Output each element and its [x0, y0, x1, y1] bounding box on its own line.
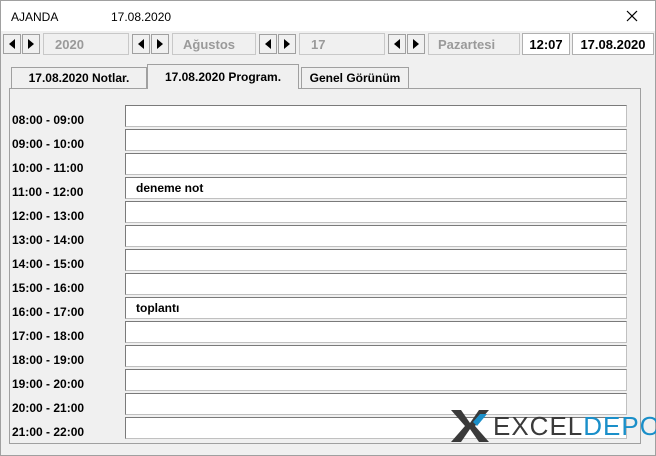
logo-text-excel: EXCEL	[493, 410, 584, 441]
time-slot-label: 17:00 - 18:00	[12, 329, 85, 343]
time-slot-input[interactable]: toplantı	[125, 297, 627, 319]
time-slot-input[interactable]	[125, 249, 627, 271]
time-slot-input[interactable]	[125, 129, 627, 151]
triangle-right-icon	[157, 39, 163, 49]
time-slot-input[interactable]	[125, 273, 627, 295]
time-slot-label: 11:00 - 12:00	[12, 185, 84, 199]
weekday-prev-button[interactable]	[388, 34, 406, 54]
title-bar: AJANDA 17.08.2020	[1, 1, 655, 31]
time-slot-label: 14:00 - 15:00	[12, 257, 85, 271]
time-slot-input[interactable]	[125, 201, 627, 223]
triangle-right-icon	[284, 39, 290, 49]
time-slot-input[interactable]	[125, 105, 627, 127]
time-slot-label: 19:00 - 20:00	[12, 377, 85, 391]
triangle-left-icon	[265, 39, 271, 49]
month-next-button[interactable]	[151, 34, 169, 54]
weekday-value: Pazartesi	[438, 36, 496, 52]
logo-text: EXCELDEPO	[493, 411, 656, 442]
current-date: 17.08.2020	[572, 33, 654, 55]
time-slot-input[interactable]	[125, 345, 627, 367]
ajanda-window: AJANDA 17.08.2020 2020 Ağustos 17 Pazart…	[0, 0, 656, 456]
triangle-left-icon	[9, 39, 15, 49]
logo-text-depo: DEPO	[583, 410, 656, 441]
weekday-field[interactable]: Pazartesi	[428, 33, 520, 55]
time-slot-label: 15:00 - 16:00	[12, 281, 85, 295]
time-slot-input[interactable]	[125, 225, 627, 247]
time-slot-label: 13:00 - 14:00	[12, 233, 85, 247]
app-title: AJANDA	[11, 10, 59, 24]
close-button[interactable]	[609, 1, 655, 31]
time-slot-label: 08:00 - 09:00	[12, 113, 85, 127]
month-value: Ağustos	[183, 36, 235, 52]
x-logo-icon	[451, 410, 489, 442]
time-slot-label: 10:00 - 11:00	[12, 161, 84, 175]
month-field[interactable]: Ağustos	[172, 33, 256, 55]
day-prev-button[interactable]	[259, 34, 277, 54]
time-slot-label: 18:00 - 19:00	[12, 353, 85, 367]
day-value: 17	[311, 36, 326, 52]
tab-overview[interactable]: Genel Görünüm	[301, 67, 409, 88]
weekday-next-button[interactable]	[407, 34, 425, 54]
date-navigator: 2020 Ağustos 17 Pazartesi 12:07 17.08.20…	[1, 32, 655, 56]
day-field[interactable]: 17	[299, 33, 385, 55]
time-slot-label: 12:00 - 13:00	[12, 209, 85, 223]
year-value: 2020	[55, 36, 84, 52]
time-slot-input[interactable]: deneme not	[125, 177, 627, 199]
excel-depo-logo: EXCELDEPO	[449, 406, 656, 446]
time-slot-label: 20:00 - 21:00	[12, 401, 85, 415]
tab-notes[interactable]: 17.08.2020 Notlar.	[11, 67, 147, 88]
time-slot-label: 16:00 - 17:00	[12, 305, 85, 319]
time-slot-label: 21:00 - 22:00	[12, 425, 85, 439]
time-slot-input[interactable]	[125, 153, 627, 175]
year-field[interactable]: 2020	[43, 33, 129, 55]
day-next-button[interactable]	[278, 34, 296, 54]
triangle-left-icon	[394, 39, 400, 49]
triangle-left-icon	[138, 39, 144, 49]
time-slot-input[interactable]	[125, 369, 627, 391]
time-slot-input[interactable]	[125, 321, 627, 343]
year-next-button[interactable]	[22, 34, 40, 54]
month-prev-button[interactable]	[132, 34, 150, 54]
triangle-right-icon	[413, 39, 419, 49]
title-date: 17.08.2020	[111, 10, 172, 24]
close-icon	[626, 10, 638, 22]
time-slot-label: 09:00 - 10:00	[12, 137, 85, 151]
year-prev-button[interactable]	[3, 34, 21, 54]
triangle-right-icon	[28, 39, 34, 49]
current-time: 12:07	[522, 33, 570, 55]
tab-program[interactable]: 17.08.2020 Program.	[147, 64, 299, 89]
